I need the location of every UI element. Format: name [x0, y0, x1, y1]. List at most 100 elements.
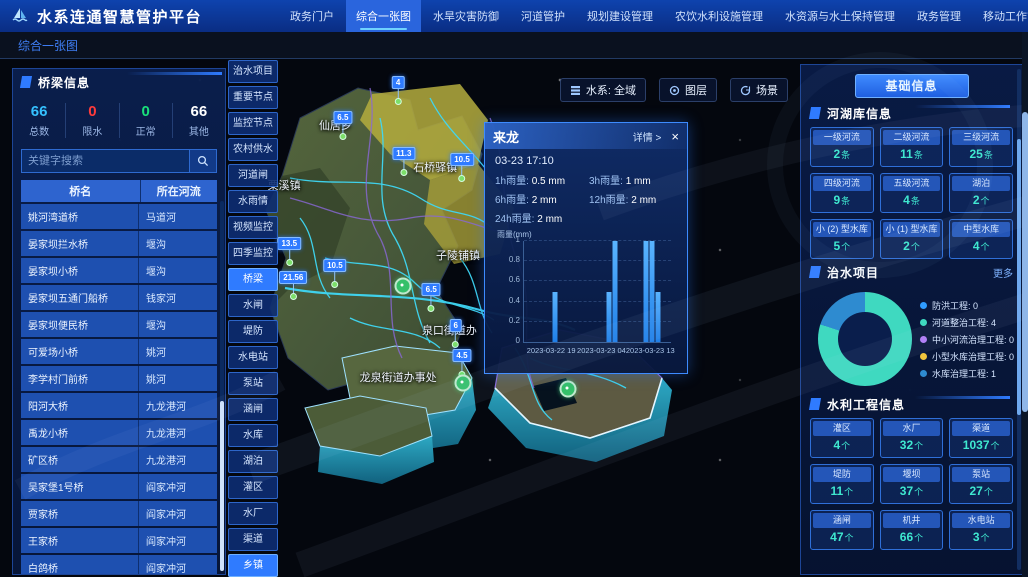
table-row[interactable]: 姚河湾道桥马道河 — [21, 204, 217, 229]
bridge-stat-3: 0正常 — [119, 103, 172, 138]
layer-item-17[interactable]: 灌区 — [228, 476, 278, 499]
nav-item-1[interactable]: 政务门户 — [280, 0, 344, 32]
water-engineering-cards: 灌区4个水厂32个渠道1037个堤防11个堰坝37个泵站27个涵闸47个机井66… — [810, 418, 1013, 550]
badge-stem — [461, 166, 462, 175]
metric-value: 2 mm — [532, 195, 557, 206]
map-badge-marker[interactable]: 4 — [392, 76, 404, 105]
map-badge-marker[interactable]: 10.5 — [450, 153, 474, 182]
table-row[interactable]: 王家桥阎家冲河 — [21, 528, 217, 553]
map-badge-marker[interactable]: 13.5 — [277, 237, 301, 266]
search-input[interactable] — [21, 149, 190, 173]
legend-label: 防洪工程: 0 — [932, 299, 978, 312]
card-unit: 条 — [841, 196, 850, 206]
table-row[interactable]: 禹龙小桥九龙港河 — [21, 420, 217, 445]
layer-item-9[interactable]: 桥梁 — [228, 268, 278, 291]
layer-item-12[interactable]: 水电站 — [228, 346, 278, 369]
badge-stem — [293, 284, 294, 293]
river-lake-section: 河湖库信息 一级河流2条二级河流11条三级河流25条四级河流9条五级河流4条湖泊… — [810, 102, 1013, 259]
layer-item-18[interactable]: 水厂 — [228, 502, 278, 525]
layer-item-15[interactable]: 水库 — [228, 424, 278, 447]
map-badge-marker[interactable]: 10.5 — [323, 259, 347, 288]
layer-item-10[interactable]: 水闸 — [228, 294, 278, 317]
nav-item-3[interactable]: 水旱灾害防御 — [423, 0, 509, 32]
nav-item-8[interactable]: 政务管理 — [907, 0, 971, 32]
layer-item-20[interactable]: 乡镇 — [228, 554, 278, 577]
layer-item-13[interactable]: 泵站 — [228, 372, 278, 395]
table-row[interactable]: 李学村门前桥姚河 — [21, 366, 217, 391]
layer-item-19[interactable]: 渠道 — [228, 528, 278, 551]
search-button[interactable] — [190, 149, 217, 173]
metric-label: 12h雨量: — [589, 195, 631, 206]
map-badge-marker[interactable]: 6 — [449, 319, 461, 348]
layer-item-7[interactable]: 视频监控 — [228, 216, 278, 239]
card-title: 涵闸 — [813, 513, 871, 528]
card-title: 小 (2) 型水库 — [813, 222, 871, 237]
rain-metric-1: 1h雨量: 0.5 mm — [495, 172, 583, 187]
map-control-3[interactable]: 场景 — [730, 78, 788, 102]
station-marker-icon[interactable] — [560, 381, 577, 398]
bridge-name-cell: 吴家堡1号桥 — [21, 474, 138, 499]
map-control-2[interactable]: 图层 — [659, 78, 717, 102]
panel-accent-icon — [809, 107, 821, 119]
table-row[interactable]: 晏家坝拦水桥堰沟 — [21, 231, 217, 256]
river-name-cell: 阎家冲河 — [138, 501, 217, 526]
map-badge-marker[interactable]: 11.3 — [392, 147, 415, 176]
bridge-table: 桥名 所在河流 姚河湾道桥马道河晏家坝拦水桥堰沟晏家坝小桥堰沟晏家坝五通门船桥钱… — [21, 180, 217, 575]
tab-basic-info[interactable]: 基础信息 — [855, 74, 969, 98]
nav-item-2[interactable]: 综合一张图 — [346, 0, 421, 32]
card-value: 37个 — [883, 482, 941, 501]
legend-dot — [920, 353, 927, 360]
layer-item-6[interactable]: 水雨情 — [228, 190, 278, 213]
layer-item-16[interactable]: 湖泊 — [228, 450, 278, 473]
nav-item-9[interactable]: 移动工作管理 — [973, 0, 1028, 32]
map-badge-marker[interactable]: 6.5 — [422, 283, 441, 312]
layer-item-8[interactable]: 四季监控 — [228, 242, 278, 265]
layer-item-5[interactable]: 河道闸 — [228, 164, 278, 187]
table-row[interactable]: 阳河大桥九龙港河 — [21, 393, 217, 418]
river-lake-card-6: 湖泊2个 — [949, 173, 1013, 213]
map-control-1[interactable]: 水系: 全域 — [560, 78, 646, 102]
table-row[interactable]: 晏家坝五通门船桥钱家河 — [21, 285, 217, 310]
layer-item-4[interactable]: 农村供水 — [228, 138, 278, 161]
river-name-cell: 姚河 — [138, 366, 217, 391]
card-title: 堰坝 — [883, 467, 941, 482]
layer-item-2[interactable]: 重要节点 — [228, 86, 278, 109]
breadcrumb[interactable]: 综合一张图 — [18, 37, 78, 54]
table-row[interactable]: 白鸽桥阎家冲河 — [21, 555, 217, 575]
scrollbar-thumb[interactable] — [1017, 139, 1021, 415]
popup-detail-link[interactable]: 详情 > — [633, 129, 662, 144]
table-row[interactable]: 可爱场小桥姚河 — [21, 339, 217, 364]
map-badge-marker[interactable]: 4.5 — [452, 349, 471, 378]
station-marker-icon[interactable] — [394, 277, 411, 294]
layer-item-11[interactable]: 堤防 — [228, 320, 278, 343]
nav-item-5[interactable]: 规划建设管理 — [577, 0, 663, 32]
table-row[interactable]: 矿区桥九龙港河 — [21, 447, 217, 472]
card-value: 2个 — [952, 191, 1010, 210]
table-row[interactable]: 晏家坝小桥堰沟 — [21, 258, 217, 283]
scrollbar-thumb[interactable] — [220, 401, 224, 571]
water-projects-section: 治水项目 更多 防洪工程: 0河道整治工程: 4中小河流治理工程: 0小型水库治… — [810, 261, 1013, 391]
table-row[interactable]: 贾家桥阎家冲河 — [21, 501, 217, 526]
scrollbar-thumb[interactable] — [1022, 112, 1028, 412]
layer-item-14[interactable]: 涵闸 — [228, 398, 278, 421]
bridge-name-cell: 白鸽桥 — [21, 555, 138, 575]
close-icon[interactable]: × — [671, 130, 679, 143]
card-title: 小 (1) 型水库 — [883, 222, 941, 237]
table-row[interactable]: 晏家坝便民桥堰沟 — [21, 312, 217, 337]
layer-item-1[interactable]: 治水项目 — [228, 60, 278, 83]
map-badge-marker[interactable]: 6.5 — [333, 111, 352, 140]
river-lake-card-5: 五级河流4条 — [880, 173, 944, 213]
legend-dot — [920, 319, 927, 326]
more-link[interactable]: 更多 — [993, 265, 1013, 280]
station-marker-icon[interactable] — [455, 374, 472, 391]
table-row[interactable]: 吴家堡1号桥阎家冲河 — [21, 474, 217, 499]
nav-item-4[interactable]: 河道管护 — [511, 0, 575, 32]
rain-bar-3 — [613, 241, 618, 342]
nav-item-6[interactable]: 农饮水利设施管理 — [665, 0, 773, 32]
card-unit: 个 — [911, 242, 920, 252]
map-badge-marker[interactable]: 21.56 — [279, 271, 307, 300]
card-unit: 个 — [841, 441, 850, 451]
nav-item-7[interactable]: 水资源与水土保持管理 — [775, 0, 905, 32]
layer-item-3[interactable]: 监控节点 — [228, 112, 278, 135]
column-header-river: 所在河流 — [140, 180, 217, 202]
